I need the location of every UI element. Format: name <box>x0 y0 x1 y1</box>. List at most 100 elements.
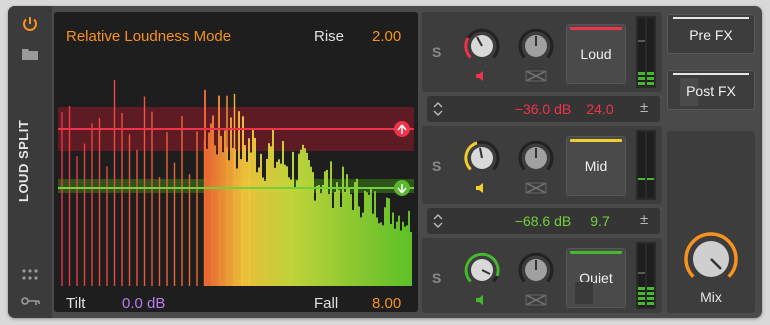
spectrum-bar <box>312 172 314 286</box>
spectrum-bar <box>254 137 256 286</box>
band-name-mid[interactable]: Mid <box>566 136 626 196</box>
spectrum-bar <box>290 179 292 286</box>
power-icon[interactable] <box>21 15 39 33</box>
spectrum-bar <box>222 152 224 286</box>
spectrum-bar <box>378 223 380 286</box>
spectrum-bar <box>280 163 282 286</box>
spectrum-bar <box>230 117 232 287</box>
spectrum-bar <box>364 190 366 286</box>
spectrum-bar <box>362 212 364 286</box>
stereo-icon-quiet[interactable] <box>524 294 548 306</box>
gain-knob-loud[interactable] <box>462 26 502 66</box>
spectrum-bar <box>330 161 332 286</box>
spectrum-bar <box>266 158 268 286</box>
spectrum-bar <box>238 111 240 286</box>
updown-icon[interactable] <box>433 214 443 228</box>
spectrum-bar <box>406 225 408 286</box>
spectrum-bar <box>394 228 396 286</box>
solo-button-loud[interactable]: S <box>432 44 441 60</box>
threshold-low[interactable]: −68.6 dB 9.7 ± <box>427 208 660 234</box>
spectrum-bar <box>274 167 276 286</box>
spectrum-bar <box>252 129 254 286</box>
spectrum-bar <box>392 212 394 286</box>
grid-icon[interactable] <box>21 268 39 282</box>
rise-label: Rise <box>314 28 345 45</box>
stereo-icon-loud[interactable] <box>524 70 548 82</box>
loudness-display[interactable]: Relative Loudness Mode Rise 2.00 Tilt 0.… <box>54 12 418 312</box>
spectrum-bar <box>368 194 370 286</box>
threshold-low-ratio[interactable]: 9.7 <box>575 213 625 229</box>
solo-button-mid[interactable]: S <box>432 158 441 174</box>
spectrum-bar <box>214 145 216 286</box>
spectrum-bar <box>272 128 274 286</box>
spectrum-bar <box>354 182 356 286</box>
solo-button-quiet[interactable]: S <box>432 270 441 286</box>
spectrum-bar <box>300 149 302 286</box>
tilt-value[interactable]: 0.0 dB <box>122 295 165 312</box>
meter-quiet <box>636 242 656 309</box>
speaker-icon-quiet[interactable] <box>475 294 487 306</box>
spectrum-bar <box>366 192 368 286</box>
spectrum-bar <box>356 178 358 286</box>
mode-label[interactable]: Relative Loudness Mode <box>66 28 231 45</box>
gain-knob-mid[interactable] <box>462 138 502 178</box>
speaker-icon-loud[interactable] <box>475 70 487 82</box>
spectrum-bar <box>332 207 334 286</box>
spectrum-bar <box>258 167 260 286</box>
threshold-high-db[interactable]: −36.0 dB <box>499 101 587 117</box>
spectrum-bar <box>320 193 322 286</box>
threshold-high-ratio[interactable]: 24.0 <box>575 101 625 117</box>
plusminus-button-high[interactable]: ± <box>640 99 648 116</box>
spectrum-bar <box>352 209 354 286</box>
fall-value[interactable]: 8.00 <box>372 295 401 312</box>
spectrum-bar <box>226 146 228 286</box>
band-name-loud[interactable]: Loud <box>566 24 626 84</box>
folder-icon[interactable] <box>21 47 39 61</box>
speaker-icon-mid[interactable] <box>475 182 487 194</box>
stereo-icon-mid[interactable] <box>524 182 548 194</box>
post-fx-button[interactable]: Post FX <box>667 70 755 110</box>
spectrum-bar <box>224 130 226 286</box>
meter-loud <box>636 16 656 88</box>
spectrum-bar <box>304 148 306 286</box>
plusminus-button-low[interactable]: ± <box>640 211 648 228</box>
rise-value[interactable]: 2.00 <box>372 28 401 45</box>
spectrum-bar <box>302 144 304 286</box>
band-quiet: S Quiet <box>422 238 662 313</box>
spectrum-bar <box>234 148 236 286</box>
band-name-quiet[interactable]: Quiet <box>566 248 626 308</box>
spectrum-bar <box>244 145 246 286</box>
spectrum-bar <box>294 187 296 286</box>
device-title: LOUD SPLIT <box>16 119 31 202</box>
width-knob-loud[interactable] <box>516 26 556 66</box>
key-icon[interactable] <box>21 295 41 307</box>
spectrum-bar <box>248 138 250 286</box>
spectrum-bar <box>344 191 346 286</box>
spectrum-bar <box>386 197 388 286</box>
spectrum-bar <box>208 132 210 286</box>
spectrum-bar <box>220 135 222 286</box>
spectrum-bar <box>402 221 404 286</box>
spectrum-bar <box>286 166 288 286</box>
mix-knob[interactable] <box>683 231 739 287</box>
updown-icon[interactable] <box>433 102 443 116</box>
spectrum-bar <box>210 123 212 286</box>
spectrum-bar <box>382 225 384 286</box>
width-knob-mid[interactable] <box>516 138 556 178</box>
spectrum-bar <box>250 152 252 286</box>
spectrum-bar <box>240 159 242 286</box>
spectrum-bar <box>390 223 392 286</box>
spectrum-bar <box>338 189 340 286</box>
width-knob-quiet[interactable] <box>516 250 556 290</box>
spectrum-bar <box>242 116 244 287</box>
threshold-high[interactable]: −36.0 dB 24.0 ± <box>427 96 660 122</box>
gain-knob-quiet[interactable] <box>462 250 502 290</box>
spectrum-bar <box>310 166 312 286</box>
spectrum-bar <box>334 191 336 286</box>
spectrum-graph <box>58 79 414 287</box>
pre-fx-button[interactable]: Pre FX <box>667 14 755 54</box>
spectrum-bar <box>404 226 406 286</box>
spectrum-bar <box>400 230 402 286</box>
spectrum-bar <box>314 200 316 286</box>
threshold-low-db[interactable]: −68.6 dB <box>499 213 587 229</box>
